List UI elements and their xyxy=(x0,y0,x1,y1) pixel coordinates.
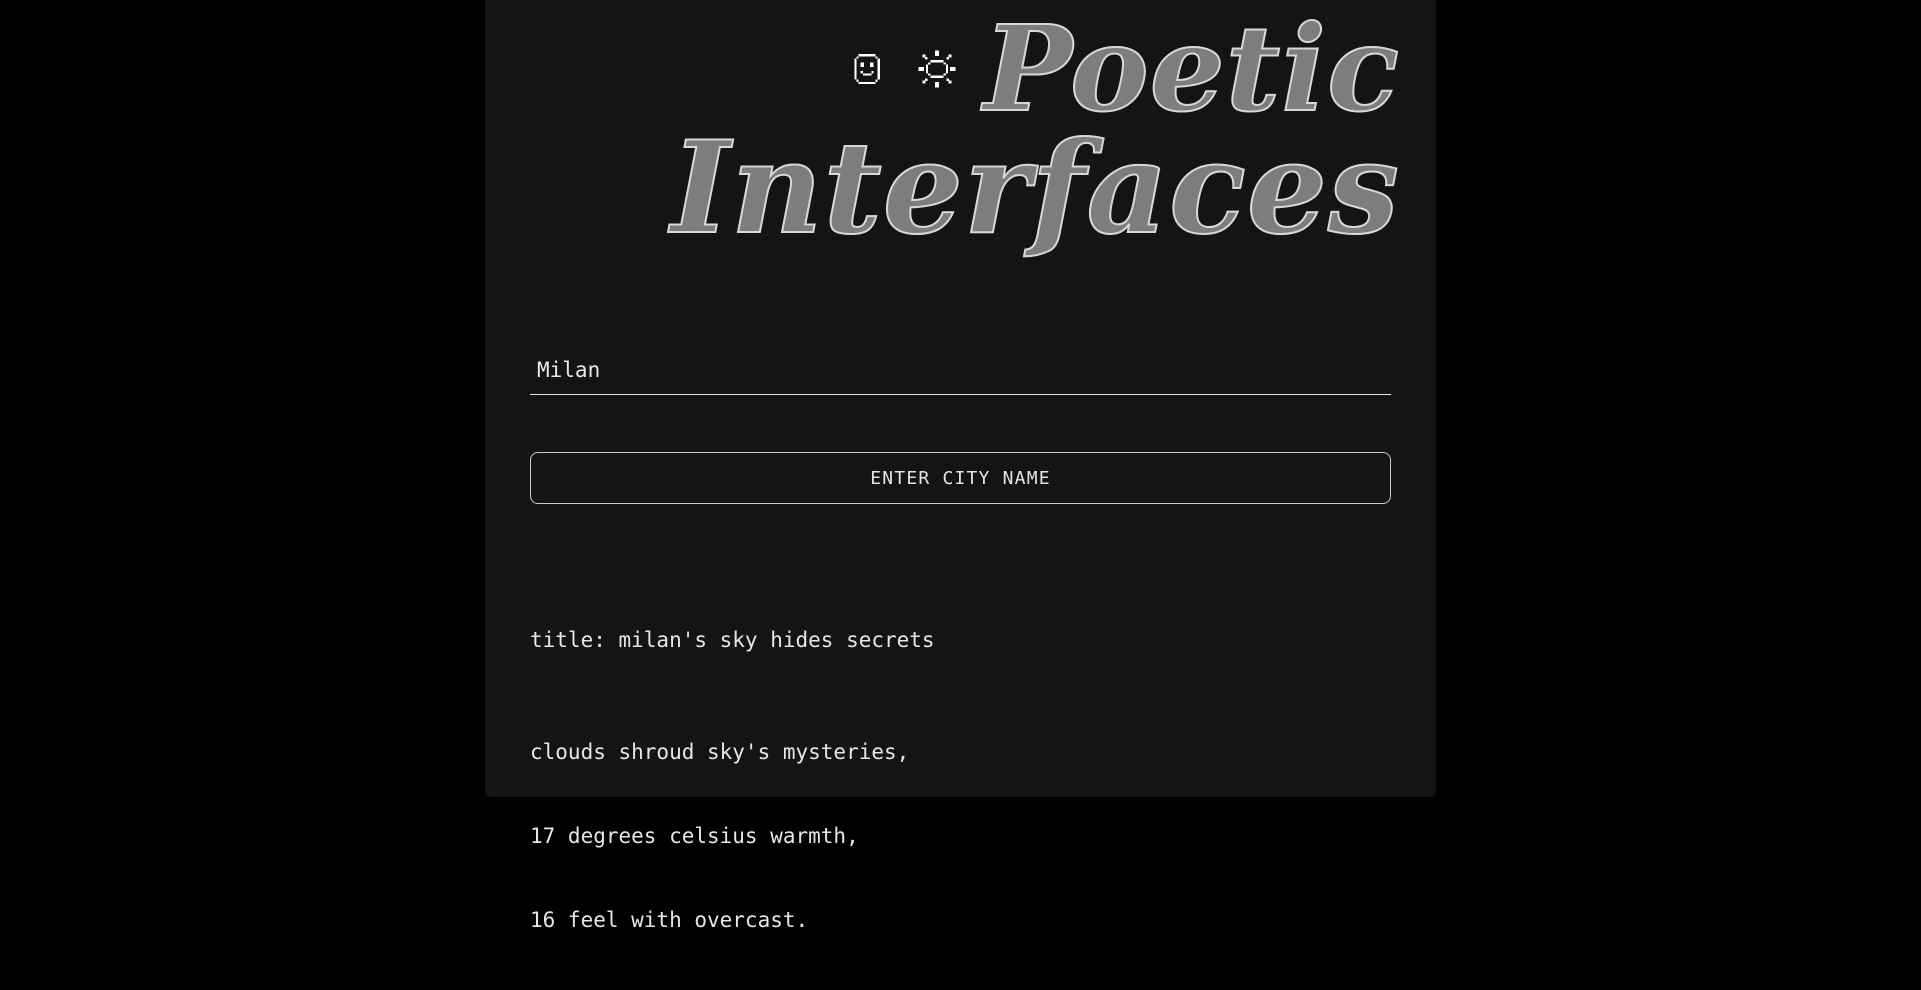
masthead: Poetic Interfaces xyxy=(485,0,1436,310)
sun-icon xyxy=(917,49,957,89)
poem-title: title: milan's sky hides secrets xyxy=(530,628,935,652)
app-title-line-2: Interfaces xyxy=(670,114,1400,262)
app-root: Poetic Interfaces ENTER CITY NAME title:… xyxy=(0,0,1921,932)
poem-line-2: 17 degrees celsius warmth, xyxy=(530,824,859,848)
weather-poem-card: Poetic Interfaces ENTER CITY NAME title:… xyxy=(485,0,1436,932)
app-title-line-1: Poetic xyxy=(982,0,1400,138)
poem-line-1: clouds shroud sky's mysteries, xyxy=(530,740,910,764)
smiley-face-icon xyxy=(847,49,887,89)
poem-line-3: 16 feel with overcast. xyxy=(530,908,809,932)
masthead-row-primary: Poetic xyxy=(485,0,1436,138)
enter-city-name-button[interactable]: ENTER CITY NAME xyxy=(530,452,1391,504)
city-field-wrapper xyxy=(530,352,1391,396)
masthead-row-secondary: Interfaces xyxy=(485,114,1436,262)
poem-output: title: milan's sky hides secrets clouds … xyxy=(530,570,1391,990)
city-search-input[interactable] xyxy=(530,352,1391,396)
